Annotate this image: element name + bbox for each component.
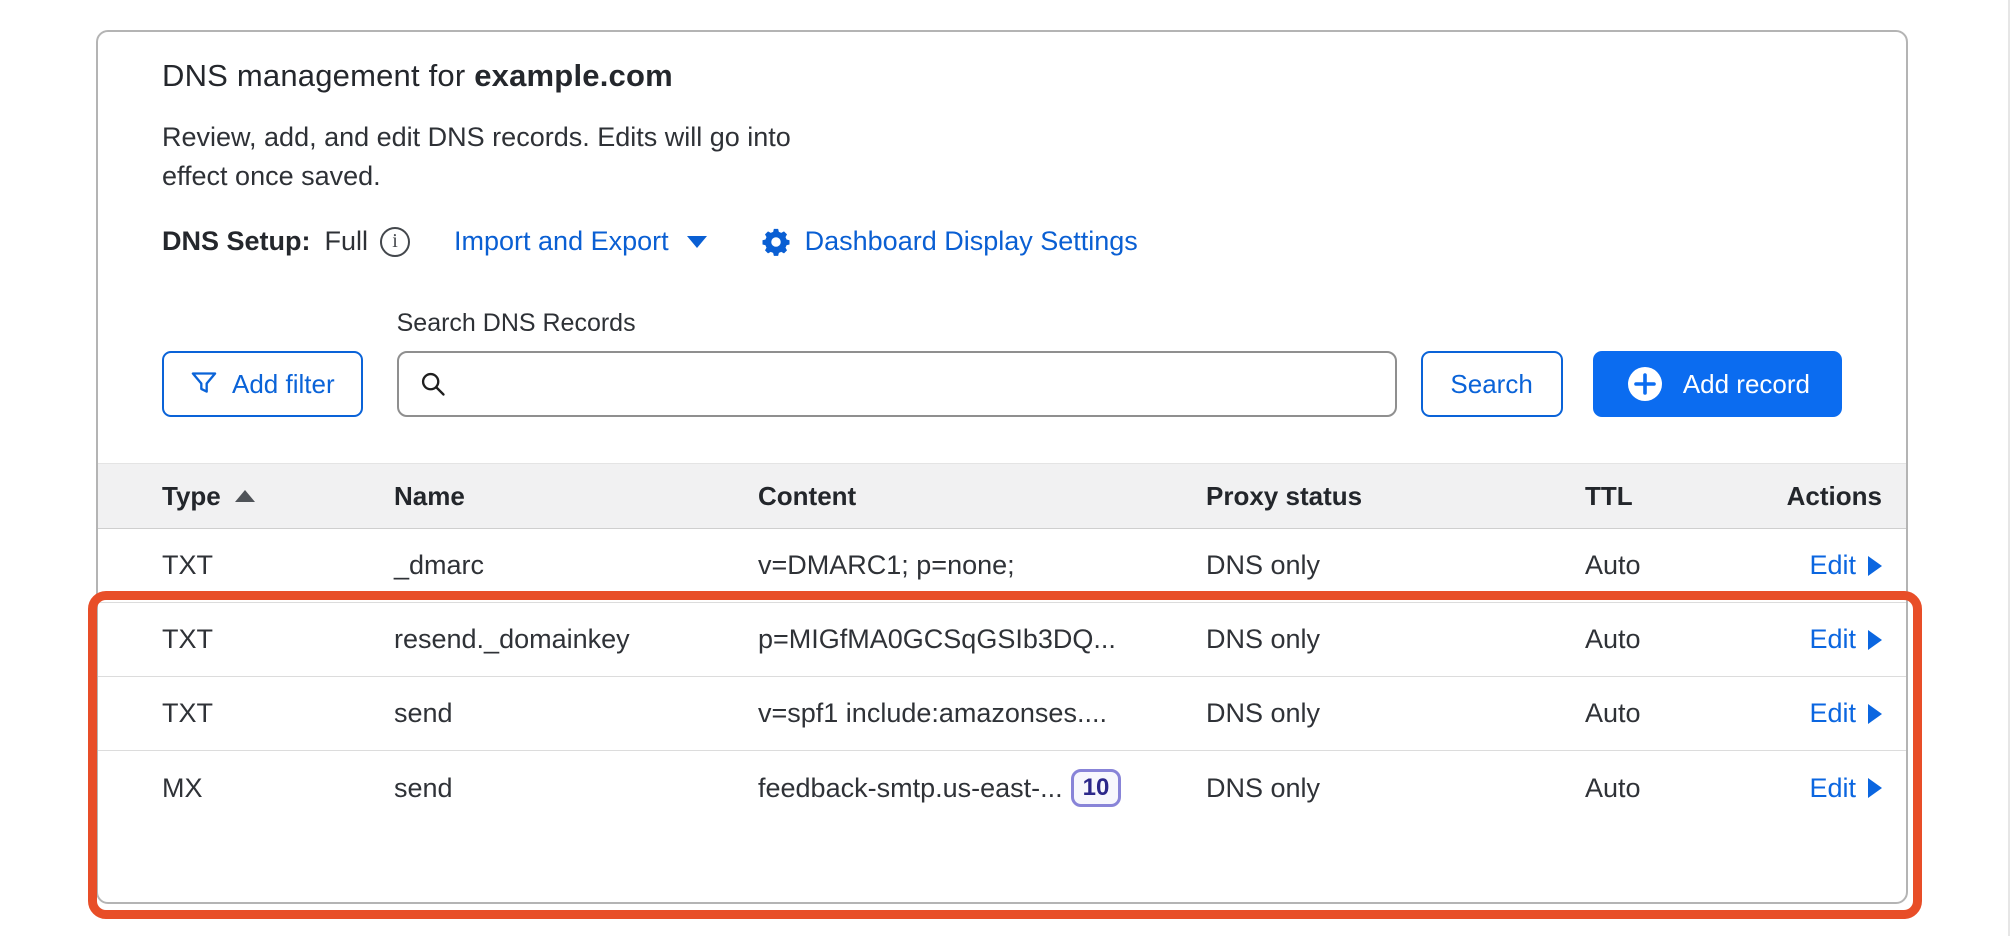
edit-label: Edit (1809, 698, 1856, 729)
add-record-label: Add record (1683, 369, 1810, 400)
plus-icon (1625, 364, 1665, 404)
search-input[interactable] (397, 351, 1397, 417)
cell-ttl: Auto (1585, 550, 1771, 581)
table-row: TXT _dmarc v=DMARC1; p=none; DNS only Au… (98, 529, 1906, 603)
table-header-row: Type Name Content Proxy status TTL Actio… (98, 463, 1906, 529)
cell-ttl: Auto (1585, 698, 1771, 729)
search-icon (419, 370, 447, 398)
chevron-down-icon (687, 236, 707, 248)
page-title: DNS management for example.com (162, 58, 1842, 94)
cell-ttl: Auto (1585, 773, 1771, 804)
chevron-right-icon (1868, 778, 1882, 798)
column-header-content: Content (758, 481, 1206, 512)
cell-content-text: feedback-smtp.us-east-... (758, 773, 1063, 804)
cell-content: v=spf1 include:amazonses.... (758, 698, 1206, 729)
column-header-name: Name (394, 481, 758, 512)
edit-record-button[interactable]: Edit (1809, 624, 1882, 655)
info-icon[interactable] (380, 227, 410, 257)
chevron-right-icon (1868, 704, 1882, 724)
dashboard-display-settings-label: Dashboard Display Settings (805, 226, 1138, 257)
cell-proxy-status: DNS only (1206, 624, 1585, 655)
column-header-type[interactable]: Type (162, 481, 394, 512)
edit-record-button[interactable]: Edit (1809, 550, 1882, 581)
filter-icon (190, 370, 218, 398)
cell-proxy-status: DNS only (1206, 773, 1585, 804)
cell-type: TXT (162, 550, 394, 581)
column-header-ttl: TTL (1585, 481, 1771, 512)
cell-type: TXT (162, 698, 394, 729)
import-export-link[interactable]: Import and Export (454, 226, 707, 257)
page-edge-divider (2008, 0, 2010, 936)
add-filter-button[interactable]: Add filter (162, 351, 363, 417)
domain-name: example.com (474, 58, 673, 93)
cell-name: resend._domainkey (394, 624, 758, 655)
cell-type: TXT (162, 624, 394, 655)
cell-content: v=DMARC1; p=none; (758, 550, 1206, 581)
column-header-actions: Actions (1787, 481, 1882, 512)
search-button-label: Search (1450, 369, 1532, 400)
cell-type: MX (162, 773, 394, 804)
table-row: TXT resend._domainkey p=MIGfMA0GCSqGSIb3… (98, 603, 1906, 677)
cell-content: feedback-smtp.us-east-... 10 (758, 769, 1206, 807)
cell-ttl: Auto (1585, 624, 1771, 655)
table-row: MX send feedback-smtp.us-east-... 10 DNS … (98, 751, 1906, 825)
sort-ascending-icon (235, 490, 255, 502)
edit-label: Edit (1809, 550, 1856, 581)
records-toolbar: Add filter Search DNS Records Search Add… (162, 309, 1842, 417)
page-subtitle: Review, add, and edit DNS records. Edits… (162, 118, 834, 196)
dns-setup-row: DNS Setup: Full Import and Export Dashbo… (162, 226, 1842, 257)
table-row: TXT send v=spf1 include:amazonses.... DN… (98, 677, 1906, 751)
dns-management-card: DNS management for example.com Review, a… (96, 30, 1908, 904)
import-export-label: Import and Export (454, 226, 669, 257)
dns-setup-label: DNS Setup: (162, 226, 311, 257)
cell-name: send (394, 773, 758, 804)
dashboard-display-settings-link[interactable]: Dashboard Display Settings (761, 226, 1138, 257)
cell-name: _dmarc (394, 550, 758, 581)
search-group: Search DNS Records (397, 309, 1397, 417)
mx-priority-badge: 10 (1071, 769, 1122, 807)
dns-setup-value: Full (325, 226, 369, 257)
column-header-type-label: Type (162, 481, 221, 512)
add-record-button[interactable]: Add record (1593, 351, 1842, 417)
cell-proxy-status: DNS only (1206, 698, 1585, 729)
search-button[interactable]: Search (1421, 351, 1563, 417)
search-label: Search DNS Records (397, 309, 1397, 338)
cell-proxy-status: DNS only (1206, 550, 1585, 581)
column-header-proxy-status: Proxy status (1206, 481, 1585, 512)
add-filter-label: Add filter (232, 369, 335, 400)
chevron-right-icon (1868, 556, 1882, 576)
page-title-prefix: DNS management for (162, 58, 474, 93)
edit-record-button[interactable]: Edit (1809, 698, 1882, 729)
cell-content: p=MIGfMA0GCSqGSIb3DQ... (758, 624, 1206, 655)
gear-icon (761, 227, 791, 257)
chevron-right-icon (1868, 630, 1882, 650)
edit-label: Edit (1809, 773, 1856, 804)
edit-record-button[interactable]: Edit (1809, 773, 1882, 804)
edit-label: Edit (1809, 624, 1856, 655)
cell-name: send (394, 698, 758, 729)
dns-records-table: Type Name Content Proxy status TTL Actio… (98, 463, 1906, 825)
